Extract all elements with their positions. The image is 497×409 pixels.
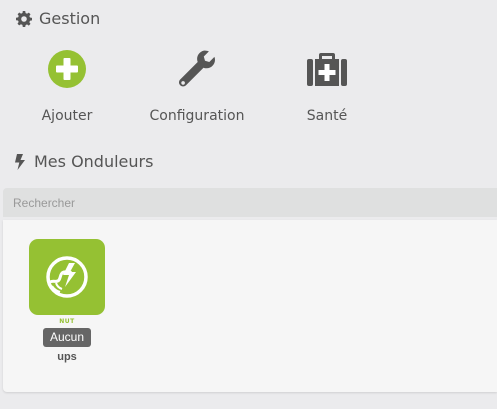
add-button-label: Ajouter [41,108,93,124]
medkit-icon [272,40,382,98]
plugin-tag: NUT [59,318,75,325]
bolt-icon [14,153,26,170]
status-badge: Aucun [42,328,92,347]
gestion-title: Gestion [16,9,100,28]
gestion-title-label: Gestion [39,9,101,28]
gear-icon [16,10,32,27]
equipment-name: ups [57,351,77,363]
search-input[interactable] [3,188,497,217]
health-button[interactable]: Santé [272,40,382,124]
add-button[interactable]: Ajouter [12,40,122,124]
wrench-icon [142,40,252,98]
plus-circle-icon [12,40,122,98]
configuration-button[interactable]: Configuration [142,40,252,124]
equipment-card-ups[interactable]: NUT Aucun ups [29,239,105,363]
nut-plugin-icon [29,239,105,315]
configuration-button-label: Configuration [149,108,245,124]
onduleurs-title-label: Mes Onduleurs [34,152,154,171]
equipment-panel: NUT Aucun ups [3,220,497,392]
onduleurs-title: Mes Onduleurs [14,152,153,171]
health-button-label: Santé [306,108,348,124]
